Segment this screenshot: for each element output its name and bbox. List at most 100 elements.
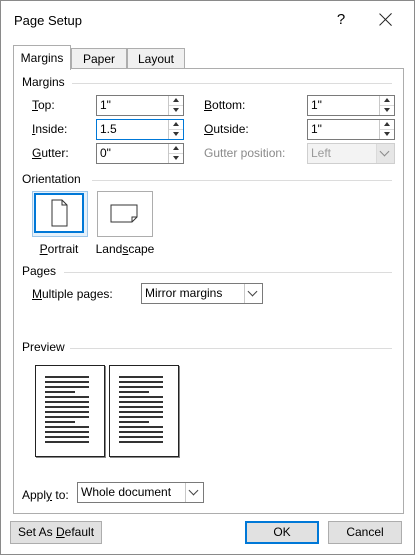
landscape-button[interactable] — [97, 191, 153, 237]
down-arrow-icon — [384, 132, 390, 136]
text-line — [45, 411, 89, 413]
outside-spin-down[interactable] — [380, 130, 394, 139]
text-line — [45, 401, 89, 403]
dialog-title: Page Setup — [14, 13, 82, 28]
apply-to-value: Whole document — [81, 485, 172, 499]
text-line — [119, 411, 163, 413]
top-label: Top: — [32, 98, 55, 112]
inside-label: Inside: — [32, 122, 68, 136]
text-line — [119, 431, 163, 433]
text-line — [45, 396, 89, 398]
gutter-value: 0" — [100, 146, 111, 160]
inside-margin-spinner[interactable]: 1.5 — [96, 119, 184, 140]
text-line — [119, 401, 163, 403]
portrait-page-icon — [51, 199, 68, 227]
text-line — [119, 381, 163, 383]
set-as-default-button[interactable]: Set As Default — [10, 521, 102, 544]
landscape-label: Landscape — [95, 242, 155, 256]
pages-divider — [64, 272, 392, 273]
outside-label: Outside: — [204, 122, 249, 136]
top-spin-up[interactable] — [169, 96, 183, 106]
margins-section-label: Margins — [22, 75, 65, 89]
inside-margin-value: 1.5 — [100, 122, 117, 136]
bottom-margin-value: 1" — [311, 98, 322, 112]
tab-layout[interactable]: Layout — [127, 48, 185, 69]
gutter-spin-up[interactable] — [169, 144, 183, 154]
inside-spin-up[interactable] — [169, 120, 183, 130]
tab-paper[interactable]: Paper — [71, 48, 127, 69]
text-line — [119, 421, 149, 423]
margins-divider — [72, 83, 392, 84]
text-line — [119, 416, 163, 418]
outside-spin-up[interactable] — [380, 120, 394, 130]
down-arrow-icon — [173, 156, 179, 160]
bottom-margin-spinner[interactable]: 1" — [307, 95, 395, 116]
top-margin-spinner[interactable]: 1" — [96, 95, 184, 116]
preview-right-page — [109, 365, 179, 457]
preview-divider — [70, 348, 392, 349]
multiple-pages-label: Multiple pages: — [32, 287, 113, 301]
ok-button[interactable]: OK — [245, 521, 319, 544]
gutter-position-value: Left — [311, 146, 332, 160]
down-arrow-icon — [173, 108, 179, 112]
gutter-label: Gutter: — [32, 146, 69, 160]
text-line — [119, 441, 163, 443]
text-line — [45, 426, 89, 428]
text-line — [45, 441, 89, 443]
bottom-spin-down[interactable] — [380, 106, 394, 115]
portrait-label: Portrait — [39, 242, 79, 256]
up-arrow-icon — [173, 146, 179, 150]
text-line — [45, 386, 89, 388]
outside-margin-spinner[interactable]: 1" — [307, 119, 395, 140]
gutter-position-label: Gutter position: — [204, 146, 286, 160]
up-arrow-icon — [384, 98, 390, 102]
help-button[interactable]: ? — [334, 11, 348, 29]
top-margin-value: 1" — [100, 98, 111, 112]
bottom-label: Bottom: — [204, 98, 246, 112]
text-line — [45, 416, 89, 418]
text-line — [45, 381, 89, 383]
page-setup-dialog: Page Setup ? Margins Paper Layout Margin… — [0, 0, 415, 555]
cancel-button[interactable]: Cancel — [328, 521, 402, 544]
apply-to-label: Apply to: — [22, 488, 69, 502]
multiple-pages-value: Mirror margins — [145, 286, 223, 300]
chevron-down-icon — [188, 485, 199, 496]
inside-spin-down[interactable] — [169, 130, 183, 139]
text-line — [119, 436, 163, 438]
landscape-page-icon — [110, 204, 138, 223]
gutter-position-dropdown[interactable]: Left — [307, 143, 395, 164]
orientation-section-label: Orientation — [22, 172, 81, 186]
text-line — [45, 421, 75, 423]
top-spin-down[interactable] — [169, 106, 183, 115]
up-arrow-icon — [384, 122, 390, 126]
bottom-spin-up[interactable] — [380, 96, 394, 106]
preview-left-page — [35, 365, 105, 457]
margins-tab-panel: Margins Top: 1" Bottom: 1" Inside: 1.5 O… — [13, 68, 404, 514]
text-line — [45, 436, 89, 438]
text-line — [45, 376, 89, 378]
outside-margin-value: 1" — [311, 122, 322, 136]
down-arrow-icon — [384, 108, 390, 112]
text-line — [45, 391, 75, 393]
tab-margins[interactable]: Margins — [13, 45, 71, 70]
title-bar: Page Setup ? — [1, 1, 414, 39]
text-line — [119, 396, 163, 398]
orientation-divider — [92, 180, 392, 181]
text-line — [119, 386, 163, 388]
text-line — [119, 376, 163, 378]
multiple-pages-dropdown[interactable]: Mirror margins — [141, 283, 263, 304]
up-arrow-icon — [173, 122, 179, 126]
gutter-spin-down[interactable] — [169, 154, 183, 163]
close-icon[interactable] — [375, 9, 397, 31]
preview-section-label: Preview — [22, 340, 65, 354]
chevron-down-icon — [379, 146, 390, 157]
apply-to-dropdown[interactable]: Whole document — [77, 482, 204, 503]
text-line — [45, 406, 89, 408]
text-line — [119, 391, 149, 393]
text-line — [45, 431, 89, 433]
portrait-button[interactable] — [32, 191, 88, 237]
text-line — [119, 426, 163, 428]
text-line — [119, 406, 163, 408]
down-arrow-icon — [173, 132, 179, 136]
gutter-spinner[interactable]: 0" — [96, 143, 184, 164]
